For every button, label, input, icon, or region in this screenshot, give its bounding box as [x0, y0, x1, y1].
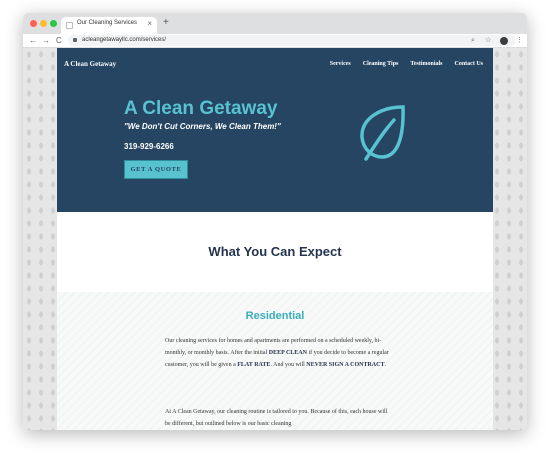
website: A Clean Getaway Services Cleaning Tips T…: [57, 48, 493, 430]
profile-avatar[interactable]: [500, 37, 508, 45]
brand-logo[interactable]: A Clean Getaway: [64, 60, 116, 68]
hero-title: A Clean Getaway: [124, 98, 278, 119]
hero-tagline: "We Don't Cut Corners, We Clean Them!": [124, 122, 281, 131]
main-nav: Services Cleaning Tips Testimonials Cont…: [330, 61, 483, 67]
new-tab-button[interactable]: +: [163, 18, 169, 28]
forward-button[interactable]: →: [42, 35, 50, 46]
browser-tab[interactable]: Our Cleaning Services ×: [61, 17, 157, 34]
phone-number[interactable]: 319-929-6266: [124, 142, 174, 151]
tab-strip: Our Cleaning Services × +: [23, 13, 527, 34]
nav-cleaning-tips[interactable]: Cleaning Tips: [363, 61, 399, 67]
residential-paragraph: Our cleaning services for homes and apar…: [165, 338, 389, 368]
search-icon[interactable]: ⌕: [471, 36, 475, 45]
nav-services[interactable]: Services: [330, 61, 351, 67]
residential-section: Residential Our cleaning services for ho…: [57, 292, 493, 430]
tab-title: Our Cleaning Services: [77, 20, 138, 26]
reload-button[interactable]: C: [56, 35, 62, 46]
hero-section: A Clean Getaway Services Cleaning Tips T…: [57, 48, 493, 212]
address-bar[interactable]: acleangetawayllc.com/services/: [68, 35, 516, 46]
back-button[interactable]: ←: [29, 35, 37, 46]
browser-window: Our Cleaning Services × + ← → C acleange…: [23, 13, 527, 430]
leaf-icon: [360, 105, 405, 161]
routine-paragraph: At A Clean Getaway, our cleaning routine…: [165, 409, 388, 427]
minimize-window-button[interactable]: [40, 20, 47, 27]
favicon-icon: [66, 22, 73, 29]
url-text: acleangetawayllc.com/services/: [82, 37, 167, 43]
residential-heading: Residential: [245, 310, 305, 322]
maximize-window-button[interactable]: [50, 20, 57, 27]
nav-testimonials[interactable]: Testimonials: [410, 61, 442, 67]
browser-toolbar: ← → C acleangetawayllc.com/services/ ⌕ ☆…: [23, 34, 527, 48]
lock-icon: [73, 38, 77, 42]
close-window-button[interactable]: [30, 20, 37, 27]
expect-section: What You Can Expect: [57, 212, 493, 292]
bookmark-star-icon[interactable]: ☆: [485, 36, 491, 45]
browser-menu-icon[interactable]: ⋮: [516, 36, 523, 45]
page-viewport: A Clean Getaway Services Cleaning Tips T…: [23, 48, 527, 430]
section-heading: What You Can Expect: [208, 244, 342, 259]
tab-close-icon[interactable]: ×: [147, 19, 152, 29]
nav-contact-us[interactable]: Contact Us: [455, 61, 484, 67]
get-quote-button[interactable]: GET A QUOTE: [124, 160, 188, 179]
